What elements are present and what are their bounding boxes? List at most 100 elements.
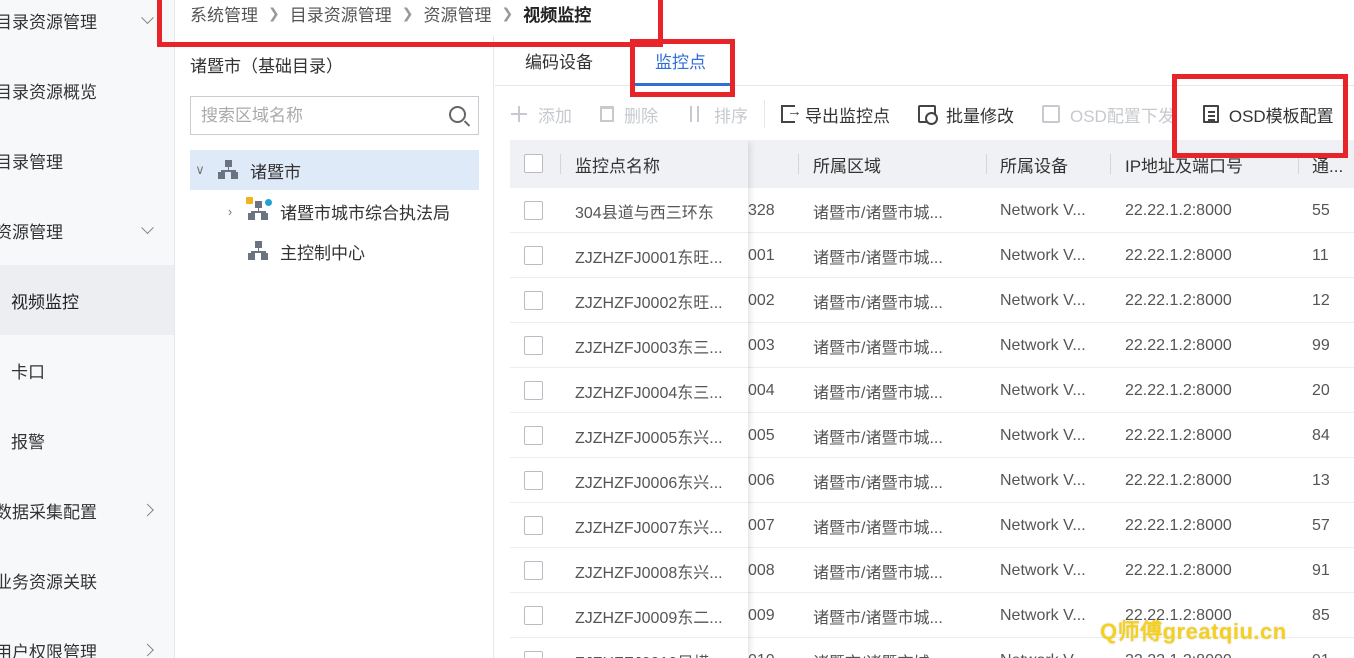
- search-icon[interactable]: [449, 106, 466, 123]
- tree-node-zhuji[interactable]: ∨ 诸暨市: [190, 150, 479, 190]
- chevron-down-icon[interactable]: [141, 221, 154, 235]
- cell-code: 007: [748, 516, 775, 534]
- sidebar-item[interactable]: 资源管理: [0, 195, 170, 265]
- cell-code: 328: [748, 201, 775, 219]
- row-checkbox[interactable]: [524, 246, 543, 265]
- batch-edit-button[interactable]: 批量修改: [918, 102, 1014, 127]
- sidebar-item[interactable]: 数据采集配置: [0, 475, 170, 545]
- sidebar-item-label: 视频监控: [11, 292, 79, 312]
- sidebar-item-label: 业务资源关联: [0, 572, 97, 592]
- table-row[interactable]: ZJZHZFJ0005东兴... 005 诸暨市/诸暨市城... Network V.…: [510, 413, 1354, 458]
- sidebar-item[interactable]: 目录资源概览: [0, 55, 170, 125]
- cell-channel: 85: [1312, 606, 1330, 624]
- row-checkbox[interactable]: [524, 651, 543, 658]
- column-header-ip[interactable]: IP地址及端口号: [1125, 140, 1295, 188]
- row-checkbox[interactable]: [524, 291, 543, 310]
- tab-monitor-point[interactable]: 监控点: [655, 48, 706, 73]
- cell-area: 诸暨市/诸暨市城...: [813, 609, 943, 627]
- table-row[interactable]: ZJZHZFJ0007东兴... 007 诸暨市/诸暨市城... Network V.…: [510, 503, 1354, 548]
- plus-icon: [510, 105, 528, 123]
- cell-channel: 55: [1312, 201, 1330, 219]
- search-input[interactable]: [201, 105, 441, 126]
- cell-channel: 84: [1312, 426, 1330, 444]
- table-row[interactable]: ZJZHZFJ0006东兴... 006 诸暨市/诸暨市城... Network V.…: [510, 458, 1354, 503]
- select-all-checkbox[interactable]: [524, 154, 543, 173]
- cell-area: 诸暨市/诸暨市城...: [813, 384, 943, 402]
- cell-channel: 91: [1312, 561, 1330, 579]
- sort-icon: [686, 105, 704, 123]
- breadcrumb-item-catalog[interactable]: 目录资源管理: [290, 1, 392, 26]
- org-tree-icon: [248, 241, 268, 261]
- cell-device: Network V...: [1000, 381, 1086, 399]
- sidebar-item[interactable]: 业务资源关联: [0, 545, 170, 615]
- sidebar-item-label: 数据采集配置: [0, 502, 97, 522]
- column-header-device[interactable]: 所属设备: [1000, 140, 1110, 188]
- cell-area: 诸暨市/诸暨市城...: [813, 519, 943, 537]
- tree-title: 诸暨市（基础目录）: [190, 57, 343, 76]
- cell-ip: 22.22.1.2:8000: [1125, 471, 1232, 489]
- table-row[interactable]: ZJZHZFJ0001东旺... 001 诸暨市/诸暨市城... Network V.…: [510, 233, 1354, 278]
- table-row[interactable]: ZJZHZFJ0002东旺... 002 诸暨市/诸暨市城... Network V.…: [510, 278, 1354, 323]
- tree-node-control-center[interactable]: 主控制中心: [220, 231, 365, 271]
- row-checkbox[interactable]: [524, 606, 543, 625]
- cell-channel: 20: [1312, 381, 1330, 399]
- breadcrumb-item-resource[interactable]: 资源管理: [423, 1, 491, 26]
- table-row[interactable]: ZJZHZFJ0008东兴... 008 诸暨市/诸暨市城... Network V.…: [510, 548, 1354, 593]
- tab-encoding-device[interactable]: 编码设备: [525, 48, 593, 73]
- row-checkbox[interactable]: [524, 471, 543, 490]
- table-row[interactable]: ZJZHZFJ0003东三... 003 诸暨市/诸暨市城... Network V.…: [510, 323, 1354, 368]
- cell-device: Network V...: [1000, 246, 1086, 264]
- chevron-down-icon[interactable]: [141, 11, 154, 25]
- row-checkbox[interactable]: [524, 381, 543, 400]
- sort-button[interactable]: 排序: [686, 102, 748, 127]
- cell-code: 001: [748, 246, 775, 264]
- cell-name: ZJZHZFJ0010尼横...: [575, 638, 735, 658]
- cell-name: ZJZHZFJ0003东三...: [575, 339, 723, 357]
- cell-device: Network V...: [1000, 201, 1086, 219]
- delete-button[interactable]: 删除: [600, 102, 658, 127]
- active-tab-indicator: [633, 83, 733, 86]
- sidebar-item[interactable]: 目录管理: [0, 125, 170, 195]
- sidebar-item[interactable]: 用户权限管理: [0, 615, 170, 658]
- column-header-area[interactable]: 所属区域: [813, 140, 983, 188]
- template-icon: [1202, 105, 1219, 123]
- chevron-right-icon[interactable]: ›: [220, 204, 240, 219]
- sidebar-item[interactable]: 视频监控: [0, 265, 174, 335]
- sidebar-item[interactable]: 卡口: [0, 335, 174, 405]
- chevron-right-icon: ❯: [401, 4, 414, 21]
- osd-deliver-button[interactable]: OSD配置下发: [1042, 102, 1175, 127]
- chevron-right-icon[interactable]: [141, 643, 154, 657]
- batch-edit-icon: [918, 105, 938, 125]
- cell-name: ZJZHZFJ0005东兴...: [575, 429, 723, 447]
- row-checkbox[interactable]: [524, 516, 543, 535]
- app-root: 目录资源管理 目录资源概览 目录管理 资源管理 视频监控 卡口 报警 数据采集配置 业务资源关联…: [0, 0, 1354, 658]
- table-row[interactable]: ZJZHZFJ0004东三... 004 诸暨市/诸暨市城... Network V.…: [510, 368, 1354, 413]
- watermark: Q师傅greatqiu.cn: [1100, 619, 1287, 644]
- row-checkbox[interactable]: [524, 561, 543, 580]
- cell-ip: 22.22.1.2:8000: [1125, 561, 1232, 579]
- column-header-name[interactable]: 监控点名称: [575, 140, 745, 188]
- sidebar-item[interactable]: 目录资源管理: [0, 0, 170, 55]
- cell-name: ZJZHZFJ0007东兴...: [575, 519, 723, 537]
- sidebar-item[interactable]: 报警: [0, 405, 174, 475]
- cell-code: 009: [748, 606, 775, 624]
- chevron-down-icon[interactable]: ∨: [190, 162, 210, 178]
- breadcrumb-item-system[interactable]: 系统管理: [190, 1, 258, 26]
- tree-node-enforcement[interactable]: › 诸暨市城市综合执法局: [220, 191, 450, 231]
- chevron-right-icon[interactable]: [141, 503, 154, 517]
- column-header-channel[interactable]: 通...: [1312, 140, 1354, 188]
- row-checkbox[interactable]: [524, 426, 543, 445]
- cell-device: Network V...: [1000, 471, 1086, 489]
- row-checkbox[interactable]: [524, 201, 543, 220]
- cell-code: 002: [748, 291, 775, 309]
- add-button[interactable]: 添加: [510, 102, 572, 127]
- export-button[interactable]: 导出监控点: [781, 102, 890, 127]
- cell-channel: 57: [1312, 516, 1330, 534]
- shared-org-icon: [246, 197, 272, 221]
- cell-device: Network V...: [1000, 291, 1086, 309]
- osd-template-button[interactable]: OSD模板配置: [1202, 102, 1334, 127]
- row-checkbox[interactable]: [524, 336, 543, 355]
- toolbar-divider: [764, 100, 765, 128]
- table-row[interactable]: 304县道与西三环东 328 诸暨市/诸暨市城... Network V... 22.2…: [510, 188, 1354, 233]
- cell-area: 诸暨市/诸暨市城...: [813, 429, 943, 447]
